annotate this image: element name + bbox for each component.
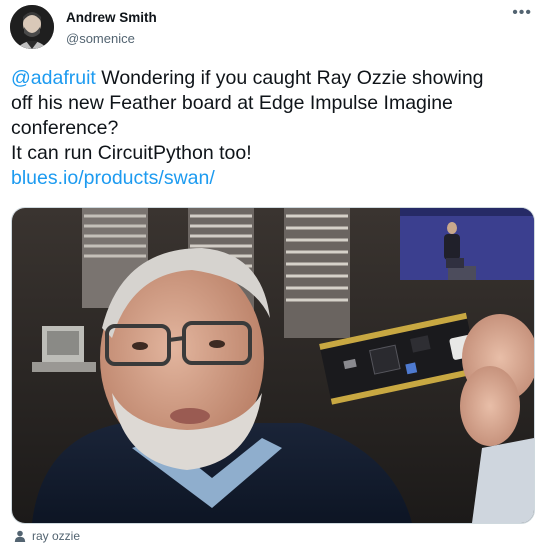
tweet-line-4: It can run CircuitPython too!: [11, 142, 252, 164]
tweet-line-5: blues.io/products/swan/: [11, 166, 541, 191]
tweet-line-1-text: Wondering if you caught Ray Ozzie showin…: [95, 67, 484, 89]
product-link[interactable]: blues.io/products/swan/: [11, 167, 215, 189]
person-icon: [14, 530, 26, 542]
more-dots-icon[interactable]: •••: [512, 4, 532, 22]
avatar-image: [10, 5, 54, 49]
tweet-media-image[interactable]: [11, 207, 535, 524]
tweet-card: Andrew Smith @somenice ••• @adafruit Won…: [0, 0, 550, 555]
author-name[interactable]: Andrew Smith: [66, 10, 157, 25]
mention-link[interactable]: @adafruit: [11, 67, 96, 89]
tagged-person-name[interactable]: ray ozzie: [32, 529, 80, 543]
media-photo: [12, 208, 534, 523]
tweet-line-3: conference?: [11, 117, 119, 139]
media-tag[interactable]: ray ozzie: [14, 529, 80, 543]
tweet-text: @adafruit Wondering if you caught Ray Oz…: [11, 66, 541, 191]
tweet-line-2: off his new Feather board at Edge Impuls…: [11, 92, 453, 114]
author-handle[interactable]: @somenice: [66, 31, 135, 46]
tweet-line-1: @adafruit Wondering if you caught Ray Oz…: [11, 66, 541, 91]
avatar[interactable]: [10, 5, 54, 49]
